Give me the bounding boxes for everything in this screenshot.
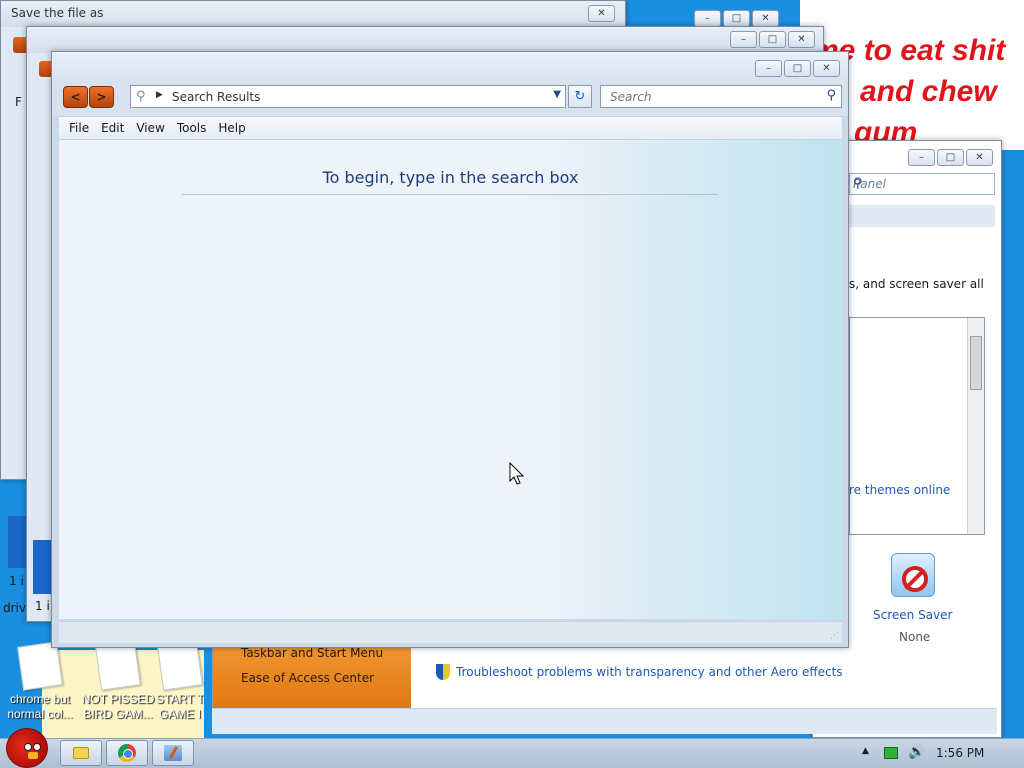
search-results-window: – □ ✕ < > ⚲ ▶ Search Results ▼ ↻ ⚲ File … [51,51,849,648]
begin-search-message: To begin, type in the search box [322,168,579,187]
clock[interactable]: 1:56 PM [936,746,984,760]
address-bar[interactable]: ⚲ ▶ Search Results ▼ [130,85,566,108]
title-bar: – □ ✕ [27,27,823,53]
start-button[interactable] [6,728,48,768]
maximize-button[interactable]: □ [937,149,964,166]
close-button[interactable]: ✕ [966,149,993,166]
search-input[interactable] [601,86,811,107]
close-button[interactable]: ✕ [752,10,779,27]
troubleshoot-aero-link[interactable]: Troubleshoot problems with transparency … [456,665,843,679]
maximize-button[interactable]: □ [759,31,786,48]
uac-shield-icon [436,664,450,680]
control-panel-bottom: Taskbar and Start Menu Ease of Access Ce… [212,646,997,708]
save-window-caption-buttons: – □ ✕ [694,10,779,27]
chrome-icon [118,744,136,762]
desktop-icon-label: BIRD GAM... [83,707,153,721]
network-icon[interactable] [884,747,898,759]
item-count-label: 1 i [35,599,50,613]
ease-of-access-link[interactable]: Ease of Access Center [241,671,374,685]
navigation-buttons: < > [63,86,114,108]
search-icon[interactable]: ⚲ [853,176,989,191]
maximize-button[interactable]: □ [784,60,811,77]
search-icon[interactable]: ⚲ [826,88,836,103]
wallpaper-line-2: and chew [860,75,997,108]
document-icon [95,641,141,691]
themes-scrollbar[interactable] [967,318,984,534]
scrollbar-thumb[interactable] [970,336,982,390]
close-button[interactable]: ✕ [813,60,840,77]
divider [182,194,718,195]
menu-file[interactable]: File [63,121,95,135]
resize-grip-icon[interactable]: ⋰ [830,631,839,641]
see-also-pane: Taskbar and Start Menu Ease of Access Ce… [213,646,411,708]
document-icon [17,641,63,691]
address-path[interactable]: Search Results [172,90,260,104]
refresh-button[interactable]: ↻ [568,85,592,108]
control-panel-search-input[interactable]: Panel ⚲ [849,173,995,195]
title-bar: – □ ✕ [52,52,848,82]
show-hidden-icons-icon[interactable]: ▲ [862,746,869,756]
window-title: Save the file as [11,6,104,20]
mouse-cursor-icon [509,462,525,485]
screen-saver-value: None [899,630,931,644]
drive-label: driv [3,601,26,615]
minimize-button[interactable]: – [730,31,757,48]
folder-icon [73,747,89,759]
desktop-icon-label: GAME I [158,707,201,721]
document-icon [157,641,203,691]
address-toolbar: < > ⚲ ▶ Search Results ▼ ↻ ⚲ [52,82,848,116]
themes-list[interactable] [849,317,985,535]
taskbar-start-menu-link[interactable]: Taskbar and Start Menu [241,646,383,660]
desktop-icon-label: START T [156,692,204,706]
forward-button[interactable]: > [89,86,114,108]
search-icon: ⚲ [136,89,146,104]
search-results-pane[interactable]: To begin, type in the search box [59,140,842,619]
menu-bar: File Edit View Tools Help [59,116,842,140]
item-count-label: 1 i [9,574,24,588]
screen-saver-link[interactable]: Screen Saver [873,608,952,622]
control-panel-statusbar [212,708,997,734]
menu-help[interactable]: Help [212,121,251,135]
partial-label: F [15,95,22,109]
desktop-icon-bird-game[interactable]: NOT PISSED BIRD GAM... [78,640,158,726]
maximize-button[interactable]: □ [723,10,750,27]
menu-view[interactable]: View [130,121,170,135]
prohibited-icon [902,566,928,592]
desktop-icon-label: chrome but [9,692,71,706]
system-tray: ▲ 🔊 1:56 PM [856,738,1024,768]
toolbar-strip [849,205,995,227]
minimize-button[interactable]: – [755,60,782,77]
close-button[interactable]: ✕ [788,31,815,48]
screen-saver-icon[interactable] [891,553,935,597]
taskbar-explorer-button[interactable] [60,740,102,766]
beak [28,752,38,759]
minimize-button[interactable]: – [694,10,721,27]
eye [24,743,32,751]
eye [33,743,41,751]
desktop-icon-label: NOT PISSED [81,692,155,706]
title-bar: Save the file as ✕ [1,1,625,27]
menu-tools[interactable]: Tools [171,121,213,135]
description-text: s, and screen saver all [849,277,984,291]
volume-icon[interactable]: 🔊 [908,744,925,760]
blue-strip [33,540,51,594]
taskbar-control-panel-button[interactable] [152,740,194,766]
status-bar: ⋰ [59,621,842,643]
desktop-icon-chrome[interactable]: chrome but normal col... [0,640,80,726]
control-panel-icon [164,745,182,761]
menu-edit[interactable]: Edit [95,121,130,135]
search-box[interactable]: ⚲ [600,85,842,108]
back-button[interactable]: < [63,86,88,108]
breadcrumb-arrow-icon[interactable]: ▶ [156,90,163,100]
taskbar-chrome-button[interactable] [106,740,148,766]
close-button[interactable]: ✕ [588,5,615,22]
minimize-button[interactable]: – [908,149,935,166]
get-more-themes-link[interactable]: re themes online [849,483,950,497]
blue-strip [8,516,26,568]
desktop-icon-label: normal col... [7,707,73,721]
desktop-icon-start-game[interactable]: START T GAME I [156,640,204,726]
chevron-down-icon[interactable]: ▼ [553,89,561,100]
